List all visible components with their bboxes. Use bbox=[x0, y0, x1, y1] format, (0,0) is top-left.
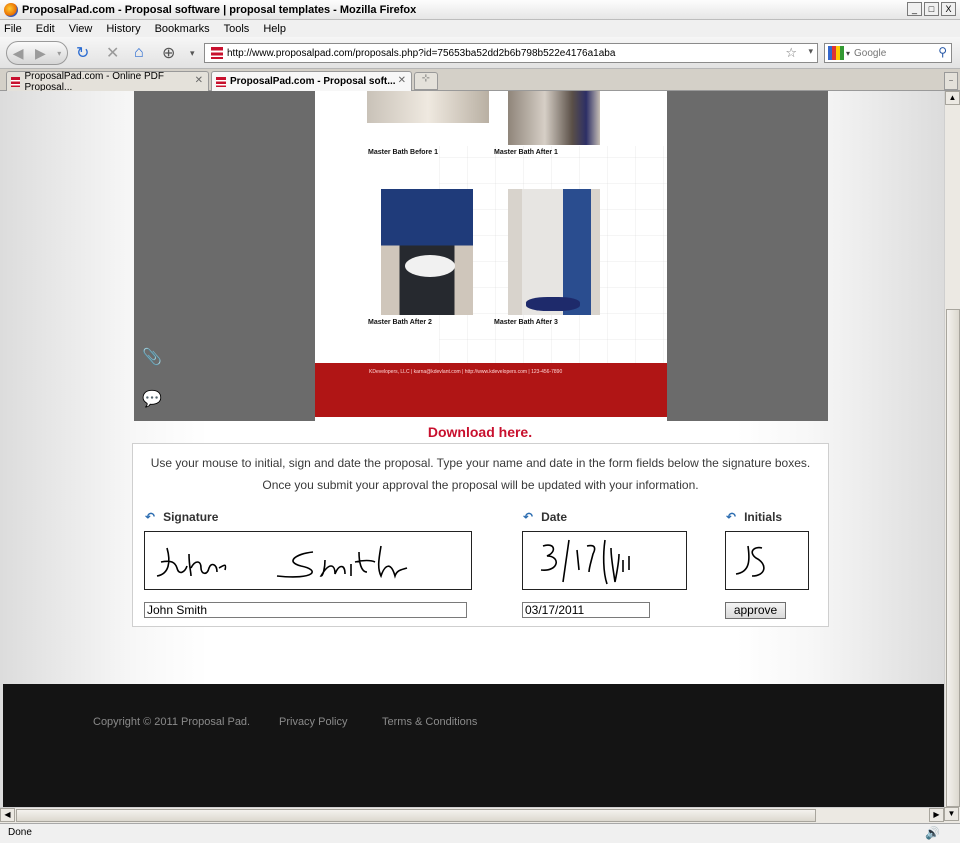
reload-icon[interactable]: ↻ bbox=[76, 42, 89, 64]
undo-arrow-icon[interactable]: ↶ bbox=[523, 510, 533, 524]
scroll-down-icon[interactable]: ▼ bbox=[944, 807, 959, 821]
search-icon[interactable]: ⚲ bbox=[938, 45, 947, 59]
instruction-line-1: Use your mouse to initial, sign and date… bbox=[150, 456, 811, 470]
search-input[interactable] bbox=[854, 47, 935, 59]
window-titlebar: ProposalPad.com - Proposal software | pr… bbox=[0, 0, 960, 20]
horizontal-scroll-thumb[interactable] bbox=[16, 809, 816, 822]
navigation-toolbar: ◀ ▶ ▾ ↻ ✕ ⌂ ⊕ ▾ http://www.proposalpad.c… bbox=[0, 37, 960, 69]
site-favicon bbox=[211, 47, 223, 59]
pdf-footer-text: KDevelopers, LLC | karna@kdevlant.com | … bbox=[369, 369, 563, 375]
caption-before-1: Master Bath Before 1 bbox=[368, 149, 439, 156]
caption-after-2: Master Bath After 2 bbox=[368, 319, 432, 326]
menu-history[interactable]: History bbox=[106, 23, 140, 35]
close-window-button[interactable]: X bbox=[941, 2, 956, 16]
status-text: Done bbox=[8, 827, 32, 838]
home-icon[interactable]: ⌂ bbox=[134, 42, 144, 64]
toolbar-dropdown-icon[interactable]: ▾ bbox=[190, 42, 195, 64]
pdf-footer-band: KDevelopers, LLC | karna@kdevlant.com | … bbox=[315, 363, 667, 417]
back-icon[interactable]: ◀ bbox=[13, 45, 24, 62]
date-input[interactable]: 03/17/2011 bbox=[522, 602, 650, 618]
instruction-line-2: Once you submit your approval the propos… bbox=[262, 478, 699, 492]
pdf-viewer[interactable]: Master Bath Before 1 Master Bath After 1… bbox=[134, 91, 828, 421]
paperclip-icon[interactable]: 📎 bbox=[142, 347, 162, 367]
initials-pad[interactable] bbox=[725, 531, 809, 590]
tab-close-icon[interactable]: ✕ bbox=[195, 75, 203, 86]
download-link[interactable]: Download here. bbox=[0, 424, 944, 440]
footer-terms-link[interactable]: Terms & Conditions bbox=[382, 716, 477, 728]
page-vertical-scrollbar[interactable]: ▲ bbox=[944, 91, 960, 807]
menu-view[interactable]: View bbox=[69, 23, 93, 35]
initials-drawing bbox=[735, 545, 765, 577]
search-bar[interactable]: ▾ ⚲ bbox=[824, 43, 952, 63]
download-manager-icon[interactable]: ⊕ bbox=[162, 42, 175, 64]
pdf-page: Master Bath Before 1 Master Bath After 1… bbox=[315, 91, 667, 421]
initials-heading: ↶ Initials bbox=[726, 510, 782, 524]
date-heading: ↶ Date bbox=[523, 510, 567, 524]
bookmark-star-icon[interactable]: ☆ bbox=[785, 45, 797, 61]
google-engine-icon[interactable] bbox=[828, 46, 844, 60]
footer-privacy-link[interactable]: Privacy Policy bbox=[279, 716, 347, 728]
tab-list-button[interactable]: − bbox=[944, 72, 958, 90]
url-dropdown-icon[interactable]: ▾ bbox=[808, 46, 813, 57]
speaker-icon[interactable]: 🔊 bbox=[925, 826, 940, 840]
scroll-up-icon[interactable]: ▲ bbox=[945, 91, 960, 105]
site-footer: Copyright © 2011 Proposal Pad. Privacy P… bbox=[3, 684, 944, 807]
approve-button[interactable]: approve bbox=[725, 602, 786, 619]
firefox-icon bbox=[4, 2, 18, 17]
tab-proposalpad-active[interactable]: ProposalPad.com - Proposal soft... ✕ bbox=[211, 71, 412, 91]
new-tab-button[interactable]: ⊹ bbox=[414, 72, 438, 90]
date-drawing bbox=[540, 539, 630, 585]
undo-arrow-icon[interactable]: ↶ bbox=[145, 510, 155, 524]
url-text[interactable]: http://www.proposalpad.com/proposals.php… bbox=[227, 48, 615, 59]
forward-icon[interactable]: ▶ bbox=[35, 45, 46, 62]
comments-icon[interactable]: 💬 bbox=[142, 389, 162, 409]
photo-master-bath-after-1 bbox=[508, 91, 600, 145]
tab-favicon bbox=[11, 76, 21, 87]
stop-icon[interactable]: ✕ bbox=[106, 42, 119, 64]
tab-favicon bbox=[216, 76, 226, 87]
tab-strip: ProposalPad.com - Online PDF Proposal...… bbox=[0, 69, 960, 93]
undo-arrow-icon[interactable]: ↶ bbox=[726, 510, 736, 524]
caption-after-3: Master Bath After 3 bbox=[494, 319, 558, 326]
menu-bar: File Edit View History Bookmarks Tools H… bbox=[0, 20, 960, 37]
minimize-button[interactable]: _ bbox=[907, 2, 922, 16]
menu-bookmarks[interactable]: Bookmarks bbox=[155, 23, 210, 35]
scroll-corner: ▼ bbox=[944, 807, 960, 823]
status-bar: Done 🔊 bbox=[0, 823, 960, 843]
date-label: Date bbox=[541, 510, 568, 524]
tab-proposalpad-online[interactable]: ProposalPad.com - Online PDF Proposal...… bbox=[6, 70, 209, 93]
photo-master-bath-before-1 bbox=[367, 91, 489, 123]
photo-master-bath-after-2 bbox=[381, 189, 473, 315]
menu-help[interactable]: Help bbox=[263, 23, 286, 35]
caption-after-1: Master Bath After 1 bbox=[494, 149, 558, 156]
signature-panel: Use your mouse to initial, sign and date… bbox=[132, 443, 829, 627]
menu-tools[interactable]: Tools bbox=[224, 23, 250, 35]
menu-edit[interactable]: Edit bbox=[36, 23, 55, 35]
engine-dropdown-icon[interactable]: ▾ bbox=[846, 49, 850, 58]
signature-heading: ↶ Signature bbox=[145, 510, 218, 524]
scroll-left-icon[interactable]: ◀ bbox=[0, 808, 15, 822]
signature-pad[interactable] bbox=[144, 531, 472, 590]
history-dropdown-icon[interactable]: ▾ bbox=[57, 49, 61, 58]
back-forward-buttons[interactable]: ◀ ▶ ▾ bbox=[6, 41, 68, 65]
initials-label: Initials bbox=[744, 510, 783, 524]
window-title: ProposalPad.com - Proposal software | pr… bbox=[22, 3, 417, 16]
url-bar[interactable]: http://www.proposalpad.com/proposals.php… bbox=[204, 43, 818, 63]
footer-copyright: Copyright © 2011 Proposal Pad. bbox=[93, 716, 251, 728]
tab-label: ProposalPad.com - Proposal soft... bbox=[230, 76, 396, 87]
maximize-button[interactable]: □ bbox=[924, 2, 939, 16]
signature-label: Signature bbox=[163, 510, 219, 524]
page-scroll-thumb[interactable] bbox=[946, 309, 960, 807]
scroll-right-icon[interactable]: ▶ bbox=[929, 808, 944, 822]
signature-drawing bbox=[156, 545, 408, 579]
photo-master-bath-after-3 bbox=[508, 189, 600, 315]
name-input[interactable]: John Smith bbox=[144, 602, 467, 618]
menu-file[interactable]: File bbox=[4, 23, 22, 35]
date-pad[interactable] bbox=[522, 531, 687, 590]
page-horizontal-scrollbar[interactable]: ◀ ▶ bbox=[0, 807, 944, 823]
tab-close-icon[interactable]: ✕ bbox=[398, 75, 406, 86]
tab-label: ProposalPad.com - Online PDF Proposal... bbox=[24, 70, 164, 93]
page-content: Master Bath Before 1 Master Bath After 1… bbox=[0, 91, 944, 807]
